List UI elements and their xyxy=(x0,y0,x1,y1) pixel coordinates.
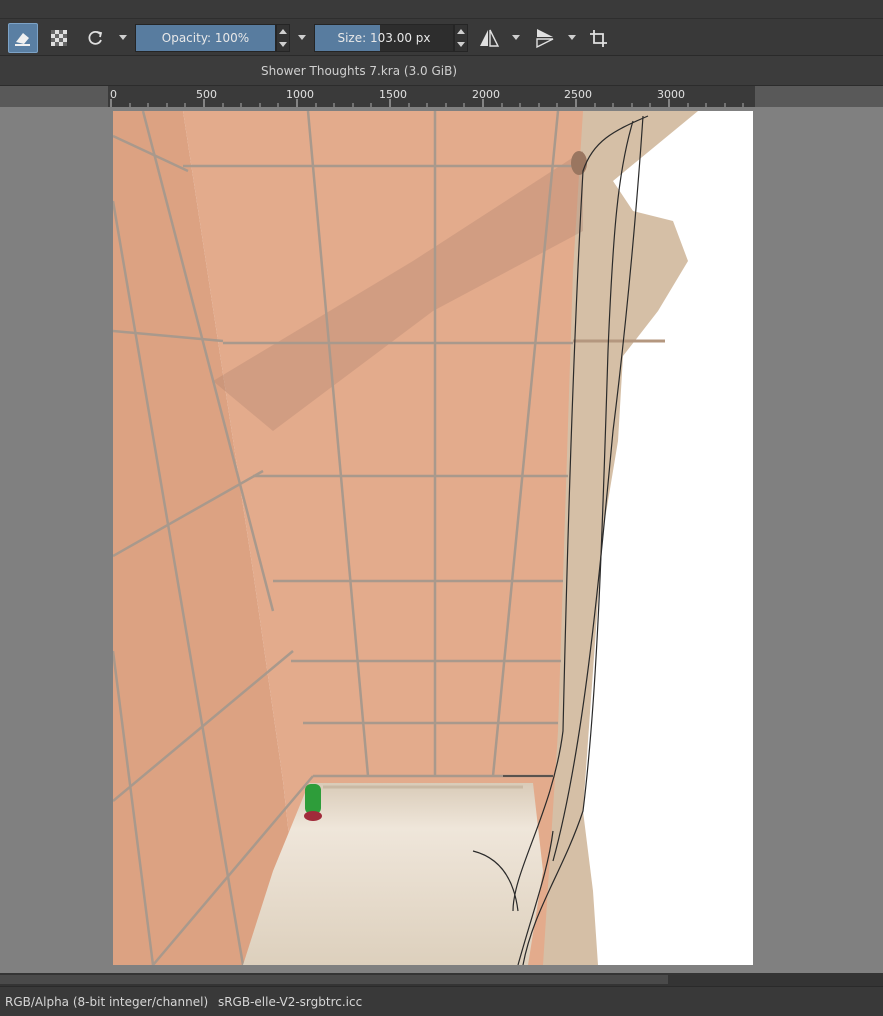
preserve-alpha-button[interactable] xyxy=(44,23,74,53)
ruler-tick-label: 0 xyxy=(110,88,117,101)
preserve-alpha-icon xyxy=(51,30,67,46)
document-tab-bar: Shower Thoughts 7.kra (3.0 GiB) xyxy=(0,56,883,86)
color-profile-status[interactable]: sRGB-elle-V2-srgbtrc.icc xyxy=(218,995,362,1009)
mirror-horizontal-icon xyxy=(480,29,500,47)
mirror-vertical-icon xyxy=(536,29,554,49)
ruler-tick-label: 500 xyxy=(196,88,217,101)
window-top-strip xyxy=(0,0,883,18)
size-label: Size: 103.00 px xyxy=(337,31,431,45)
horizontal-scrollbar[interactable] xyxy=(0,973,883,986)
ruler-tick-label: 3000 xyxy=(657,88,685,101)
chevron-down-icon[interactable] xyxy=(510,32,522,44)
chevron-down-icon[interactable] xyxy=(296,32,308,44)
brush-size-slider[interactable]: Size: 103.00 px xyxy=(314,24,454,52)
status-bar: RGB/Alpha (8-bit integer/channel) sRGB-e… xyxy=(0,986,883,1016)
size-spinner[interactable] xyxy=(454,24,468,52)
eraser-icon xyxy=(15,33,30,46)
opacity-slider[interactable]: Opacity: 100% xyxy=(135,24,276,52)
chevron-down-icon[interactable] xyxy=(117,32,129,44)
horizontal-scrollbar-thumb[interactable] xyxy=(0,975,668,984)
horizontal-ruler[interactable]: 0 500 1000 1500 2000 2500 3000 xyxy=(108,86,755,107)
reload-preset-icon xyxy=(88,30,103,45)
horizontal-ruler-row: 0 500 1000 1500 2000 2500 3000 xyxy=(0,86,883,107)
shower-painting xyxy=(113,111,698,965)
ruler-tick-label: 2500 xyxy=(564,88,592,101)
ruler-tick-label: 1500 xyxy=(379,88,407,101)
wrap-around-icon xyxy=(590,30,607,47)
color-model-status[interactable]: RGB/Alpha (8-bit integer/channel) xyxy=(5,995,208,1009)
ruler-tick-label: 1000 xyxy=(286,88,314,101)
chevron-down-icon[interactable] xyxy=(566,32,578,44)
canvas-area[interactable] xyxy=(0,107,883,973)
wrap-around-button[interactable] xyxy=(583,23,613,53)
ruler-tick-label: 2000 xyxy=(472,88,500,101)
reload-preset-button[interactable] xyxy=(80,23,110,53)
tool-options-toolbar: Opacity: 100% Size: 103.00 px xyxy=(0,18,883,56)
mirror-vertical-button[interactable] xyxy=(530,23,560,53)
opacity-label: Opacity: 100% xyxy=(161,31,250,45)
mirror-horizontal-button[interactable] xyxy=(474,23,504,53)
opacity-spinner[interactable] xyxy=(276,24,290,52)
document-title[interactable]: Shower Thoughts 7.kra (3.0 GiB) xyxy=(261,64,457,78)
canvas-artwork[interactable] xyxy=(113,111,753,965)
eraser-mode-button[interactable] xyxy=(8,23,38,53)
